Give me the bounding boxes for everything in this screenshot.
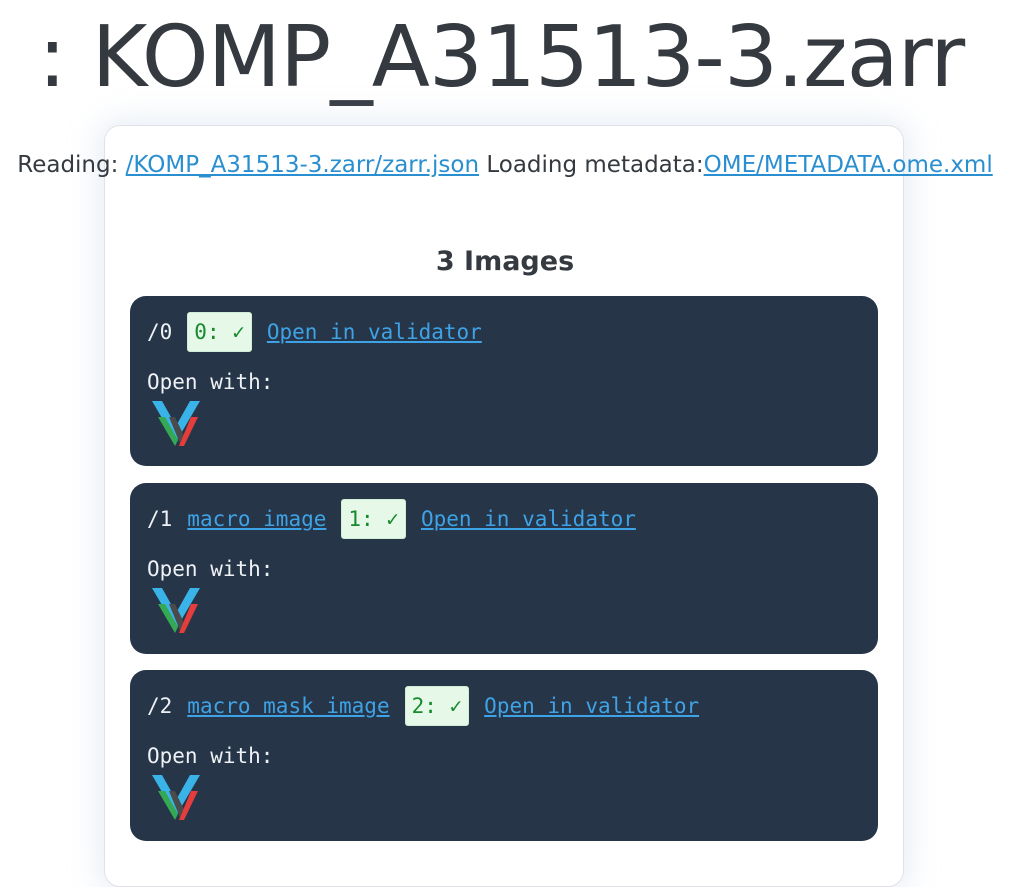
open-in-validator-link[interactable]: Open in validator bbox=[267, 320, 482, 344]
image-row: /1 macro image 1: ✓ Open in validator bbox=[147, 499, 651, 539]
open-with-label: Open with: bbox=[147, 557, 274, 581]
vizarr-logo-icon bbox=[152, 775, 200, 820]
image-path: /1 bbox=[147, 507, 173, 531]
open-with-label: Open with: bbox=[147, 370, 274, 394]
image-row: /2 macro mask image 2: ✓ Open in validat… bbox=[147, 686, 714, 726]
zarr-json-link[interactable]: /KOMP_A31513-3.zarr/zarr.json bbox=[126, 152, 479, 178]
image-name-link[interactable]: macro image bbox=[187, 507, 326, 531]
validation-badge: 2: ✓ bbox=[404, 686, 470, 726]
loading-metadata-text: Loading metadata: bbox=[479, 152, 704, 178]
reading-status: Reading: /KOMP_A31513-3.zarr/zarr.json L… bbox=[0, 150, 1010, 180]
image-panel-0: /0 0: ✓ Open in validator Open with: bbox=[130, 296, 878, 466]
open-in-validator-link[interactable]: Open in validator bbox=[421, 507, 636, 531]
open-in-validator-link[interactable]: Open in validator bbox=[484, 694, 699, 718]
image-path: /0 bbox=[147, 320, 173, 344]
image-name-link[interactable]: macro mask image bbox=[187, 694, 389, 718]
ome-metadata-link[interactable]: OME/METADATA.ome.xml bbox=[704, 152, 993, 178]
vizarr-logo-icon bbox=[152, 588, 200, 633]
image-row: /0 0: ✓ Open in validator bbox=[147, 312, 497, 352]
page-title: : KOMP_A31513-3.zarr bbox=[38, 8, 965, 107]
image-path: /2 bbox=[147, 694, 173, 718]
reading-prefix: Reading: bbox=[17, 152, 126, 178]
image-panel-1: /1 macro image 1: ✓ Open in validator Op… bbox=[130, 483, 878, 654]
vizarr-logo-icon bbox=[152, 401, 200, 446]
validation-badge: 1: ✓ bbox=[341, 499, 406, 539]
open-with-label: Open with: bbox=[147, 744, 274, 768]
images-count-heading: 3 Images bbox=[435, 246, 575, 277]
image-panel-2: /2 macro mask image 2: ✓ Open in validat… bbox=[130, 670, 878, 841]
validation-badge: 0: ✓ bbox=[187, 312, 252, 352]
